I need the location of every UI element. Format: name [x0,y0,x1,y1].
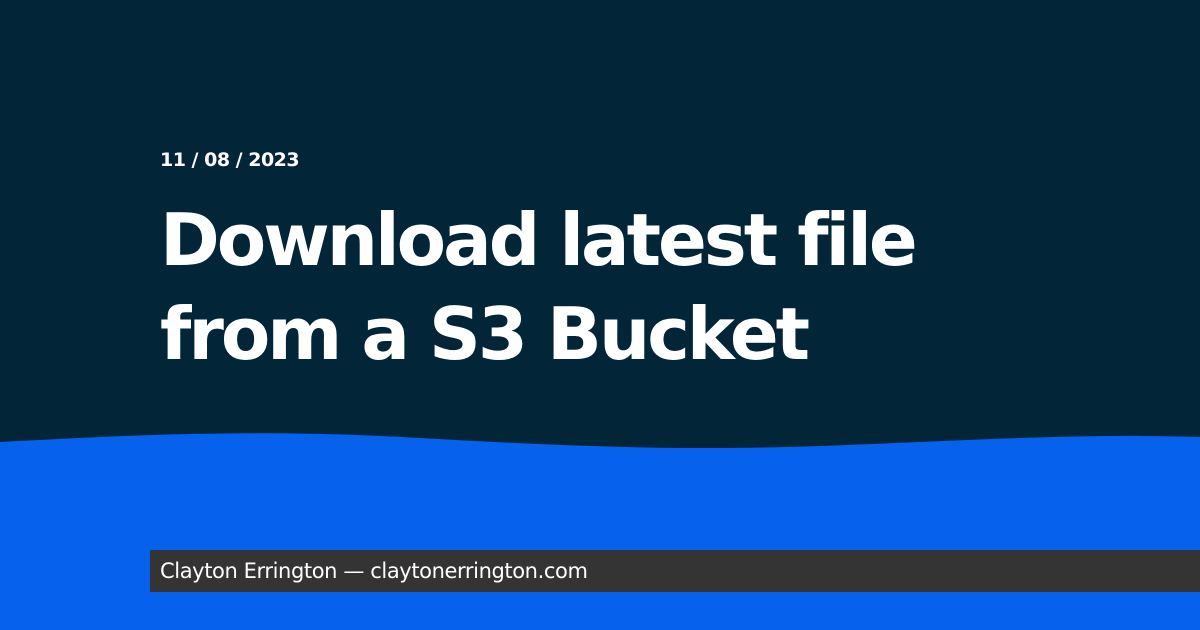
post-date: 11 / 08 / 2023 [160,149,300,171]
author-bar: Clayton Errington — claytonerrington.com [150,550,1200,592]
social-card: 11 / 08 / 2023 Download latest file from… [0,0,1200,630]
wave-shape [0,433,1200,630]
post-title: Download latest file from a S3 Bucket [160,198,918,376]
author-site-label: Clayton Errington — claytonerrington.com [160,559,588,583]
